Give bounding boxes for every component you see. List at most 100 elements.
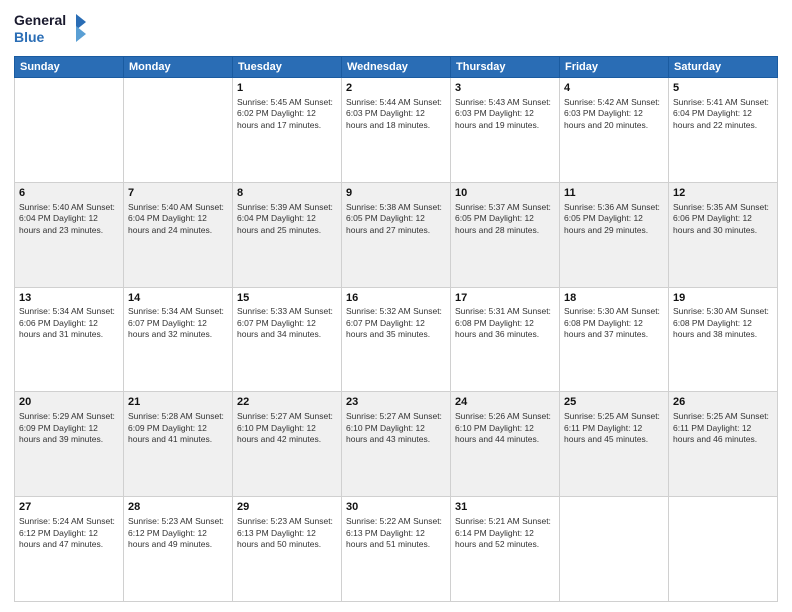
day-number: 2 bbox=[346, 81, 446, 96]
calendar-cell: 16Sunrise: 5:32 AM Sunset: 6:07 PM Dayli… bbox=[342, 287, 451, 392]
day-number: 10 bbox=[455, 186, 555, 201]
day-info: Sunrise: 5:41 AM Sunset: 6:04 PM Dayligh… bbox=[673, 97, 773, 131]
header-day: Saturday bbox=[669, 57, 778, 78]
calendar-cell: 23Sunrise: 5:27 AM Sunset: 6:10 PM Dayli… bbox=[342, 392, 451, 497]
header-day: Tuesday bbox=[233, 57, 342, 78]
calendar-cell: 2Sunrise: 5:44 AM Sunset: 6:03 PM Daylig… bbox=[342, 78, 451, 183]
calendar-cell: 26Sunrise: 5:25 AM Sunset: 6:11 PM Dayli… bbox=[669, 392, 778, 497]
day-info: Sunrise: 5:25 AM Sunset: 6:11 PM Dayligh… bbox=[564, 411, 664, 445]
day-info: Sunrise: 5:22 AM Sunset: 6:13 PM Dayligh… bbox=[346, 516, 446, 550]
header-day: Wednesday bbox=[342, 57, 451, 78]
day-info: Sunrise: 5:21 AM Sunset: 6:14 PM Dayligh… bbox=[455, 516, 555, 550]
day-info: Sunrise: 5:30 AM Sunset: 6:08 PM Dayligh… bbox=[673, 306, 773, 340]
calendar-week-row: 27Sunrise: 5:24 AM Sunset: 6:12 PM Dayli… bbox=[15, 497, 778, 602]
day-number: 18 bbox=[564, 291, 664, 306]
day-info: Sunrise: 5:24 AM Sunset: 6:12 PM Dayligh… bbox=[19, 516, 119, 550]
day-info: Sunrise: 5:35 AM Sunset: 6:06 PM Dayligh… bbox=[673, 202, 773, 236]
calendar-cell: 1Sunrise: 5:45 AM Sunset: 6:02 PM Daylig… bbox=[233, 78, 342, 183]
calendar-cell bbox=[560, 497, 669, 602]
day-number: 6 bbox=[19, 186, 119, 201]
calendar-cell: 9Sunrise: 5:38 AM Sunset: 6:05 PM Daylig… bbox=[342, 182, 451, 287]
calendar-cell: 30Sunrise: 5:22 AM Sunset: 6:13 PM Dayli… bbox=[342, 497, 451, 602]
calendar-cell: 25Sunrise: 5:25 AM Sunset: 6:11 PM Dayli… bbox=[560, 392, 669, 497]
header-day: Friday bbox=[560, 57, 669, 78]
day-number: 13 bbox=[19, 291, 119, 306]
day-info: Sunrise: 5:27 AM Sunset: 6:10 PM Dayligh… bbox=[346, 411, 446, 445]
day-number: 23 bbox=[346, 395, 446, 410]
day-info: Sunrise: 5:36 AM Sunset: 6:05 PM Dayligh… bbox=[564, 202, 664, 236]
header-day: Sunday bbox=[15, 57, 124, 78]
day-info: Sunrise: 5:40 AM Sunset: 6:04 PM Dayligh… bbox=[19, 202, 119, 236]
day-number: 1 bbox=[237, 81, 337, 96]
day-info: Sunrise: 5:42 AM Sunset: 6:03 PM Dayligh… bbox=[564, 97, 664, 131]
day-number: 9 bbox=[346, 186, 446, 201]
day-info: Sunrise: 5:28 AM Sunset: 6:09 PM Dayligh… bbox=[128, 411, 228, 445]
day-number: 15 bbox=[237, 291, 337, 306]
day-info: Sunrise: 5:29 AM Sunset: 6:09 PM Dayligh… bbox=[19, 411, 119, 445]
day-info: Sunrise: 5:40 AM Sunset: 6:04 PM Dayligh… bbox=[128, 202, 228, 236]
day-info: Sunrise: 5:34 AM Sunset: 6:07 PM Dayligh… bbox=[128, 306, 228, 340]
calendar-cell: 12Sunrise: 5:35 AM Sunset: 6:06 PM Dayli… bbox=[669, 182, 778, 287]
calendar-cell bbox=[669, 497, 778, 602]
calendar-cell: 19Sunrise: 5:30 AM Sunset: 6:08 PM Dayli… bbox=[669, 287, 778, 392]
calendar-cell: 7Sunrise: 5:40 AM Sunset: 6:04 PM Daylig… bbox=[124, 182, 233, 287]
day-info: Sunrise: 5:44 AM Sunset: 6:03 PM Dayligh… bbox=[346, 97, 446, 131]
calendar-cell: 27Sunrise: 5:24 AM Sunset: 6:12 PM Dayli… bbox=[15, 497, 124, 602]
day-number: 27 bbox=[19, 500, 119, 515]
calendar-cell: 28Sunrise: 5:23 AM Sunset: 6:12 PM Dayli… bbox=[124, 497, 233, 602]
day-info: Sunrise: 5:23 AM Sunset: 6:12 PM Dayligh… bbox=[128, 516, 228, 550]
calendar-cell: 14Sunrise: 5:34 AM Sunset: 6:07 PM Dayli… bbox=[124, 287, 233, 392]
day-number: 16 bbox=[346, 291, 446, 306]
day-info: Sunrise: 5:31 AM Sunset: 6:08 PM Dayligh… bbox=[455, 306, 555, 340]
day-number: 24 bbox=[455, 395, 555, 410]
day-number: 7 bbox=[128, 186, 228, 201]
day-info: Sunrise: 5:38 AM Sunset: 6:05 PM Dayligh… bbox=[346, 202, 446, 236]
calendar-week-row: 20Sunrise: 5:29 AM Sunset: 6:09 PM Dayli… bbox=[15, 392, 778, 497]
day-info: Sunrise: 5:26 AM Sunset: 6:10 PM Dayligh… bbox=[455, 411, 555, 445]
day-number: 28 bbox=[128, 500, 228, 515]
header-row: SundayMondayTuesdayWednesdayThursdayFrid… bbox=[15, 57, 778, 78]
day-number: 22 bbox=[237, 395, 337, 410]
calendar-cell: 18Sunrise: 5:30 AM Sunset: 6:08 PM Dayli… bbox=[560, 287, 669, 392]
calendar-cell: 5Sunrise: 5:41 AM Sunset: 6:04 PM Daylig… bbox=[669, 78, 778, 183]
header-day: Thursday bbox=[451, 57, 560, 78]
day-info: Sunrise: 5:39 AM Sunset: 6:04 PM Dayligh… bbox=[237, 202, 337, 236]
svg-text:Blue: Blue bbox=[14, 29, 45, 45]
calendar-cell: 11Sunrise: 5:36 AM Sunset: 6:05 PM Dayli… bbox=[560, 182, 669, 287]
day-number: 14 bbox=[128, 291, 228, 306]
calendar-header: SundayMondayTuesdayWednesdayThursdayFrid… bbox=[15, 57, 778, 78]
calendar-week-row: 13Sunrise: 5:34 AM Sunset: 6:06 PM Dayli… bbox=[15, 287, 778, 392]
day-info: Sunrise: 5:45 AM Sunset: 6:02 PM Dayligh… bbox=[237, 97, 337, 131]
day-number: 3 bbox=[455, 81, 555, 96]
day-info: Sunrise: 5:25 AM Sunset: 6:11 PM Dayligh… bbox=[673, 411, 773, 445]
calendar-cell: 13Sunrise: 5:34 AM Sunset: 6:06 PM Dayli… bbox=[15, 287, 124, 392]
day-info: Sunrise: 5:32 AM Sunset: 6:07 PM Dayligh… bbox=[346, 306, 446, 340]
logo-svg: General Blue bbox=[14, 10, 86, 50]
calendar-cell: 3Sunrise: 5:43 AM Sunset: 6:03 PM Daylig… bbox=[451, 78, 560, 183]
day-number: 30 bbox=[346, 500, 446, 515]
calendar-cell: 15Sunrise: 5:33 AM Sunset: 6:07 PM Dayli… bbox=[233, 287, 342, 392]
header: General Blue bbox=[14, 10, 778, 50]
day-number: 31 bbox=[455, 500, 555, 515]
page: General Blue SundayMondayTuesdayWednesda… bbox=[0, 0, 792, 612]
day-number: 11 bbox=[564, 186, 664, 201]
calendar-body: 1Sunrise: 5:45 AM Sunset: 6:02 PM Daylig… bbox=[15, 78, 778, 602]
calendar-week-row: 1Sunrise: 5:45 AM Sunset: 6:02 PM Daylig… bbox=[15, 78, 778, 183]
day-info: Sunrise: 5:30 AM Sunset: 6:08 PM Dayligh… bbox=[564, 306, 664, 340]
logo: General Blue bbox=[14, 10, 86, 50]
calendar-cell: 29Sunrise: 5:23 AM Sunset: 6:13 PM Dayli… bbox=[233, 497, 342, 602]
day-number: 17 bbox=[455, 291, 555, 306]
day-info: Sunrise: 5:34 AM Sunset: 6:06 PM Dayligh… bbox=[19, 306, 119, 340]
calendar-cell: 6Sunrise: 5:40 AM Sunset: 6:04 PM Daylig… bbox=[15, 182, 124, 287]
day-number: 8 bbox=[237, 186, 337, 201]
day-number: 12 bbox=[673, 186, 773, 201]
day-number: 20 bbox=[19, 395, 119, 410]
day-number: 25 bbox=[564, 395, 664, 410]
day-number: 19 bbox=[673, 291, 773, 306]
day-info: Sunrise: 5:43 AM Sunset: 6:03 PM Dayligh… bbox=[455, 97, 555, 131]
calendar-week-row: 6Sunrise: 5:40 AM Sunset: 6:04 PM Daylig… bbox=[15, 182, 778, 287]
day-number: 26 bbox=[673, 395, 773, 410]
calendar-cell bbox=[15, 78, 124, 183]
calendar-cell: 31Sunrise: 5:21 AM Sunset: 6:14 PM Dayli… bbox=[451, 497, 560, 602]
day-info: Sunrise: 5:27 AM Sunset: 6:10 PM Dayligh… bbox=[237, 411, 337, 445]
